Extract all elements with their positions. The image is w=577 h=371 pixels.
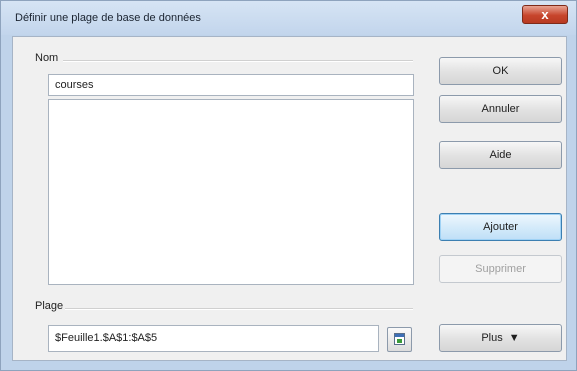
name-list[interactable] (48, 99, 414, 285)
window-title: Définir une plage de base de données (15, 12, 201, 24)
range-group-separator (65, 308, 413, 310)
ok-button[interactable]: OK (439, 57, 562, 85)
name-group-label: Nom (35, 52, 59, 64)
range-input[interactable]: $Feuille1.$A$1:$A$5 (48, 325, 379, 352)
delete-button: Supprimer (439, 255, 562, 283)
help-button[interactable]: Aide (439, 141, 562, 169)
name-input[interactable]: courses (48, 74, 414, 96)
shrink-button[interactable] (387, 327, 412, 352)
range-group-label: Plage (35, 300, 64, 312)
title-bar[interactable]: Définir une plage de base de données x (1, 1, 576, 35)
more-button[interactable]: Plus ▼ (439, 324, 562, 352)
close-button[interactable]: x (522, 5, 568, 24)
shrink-dialog-icon (394, 333, 405, 345)
dialog-window: Définir une plage de base de données x N… (0, 0, 577, 371)
name-group-separator (63, 60, 413, 62)
add-button[interactable]: Ajouter (439, 213, 562, 241)
close-icon: x (541, 7, 549, 22)
cancel-button[interactable]: Annuler (439, 95, 562, 123)
more-button-label: Plus (481, 332, 503, 344)
dialog-body: Nom courses Plage $Feuille1.$A$1:$A$5 OK… (12, 36, 567, 361)
chevron-down-icon: ▼ (508, 332, 520, 344)
